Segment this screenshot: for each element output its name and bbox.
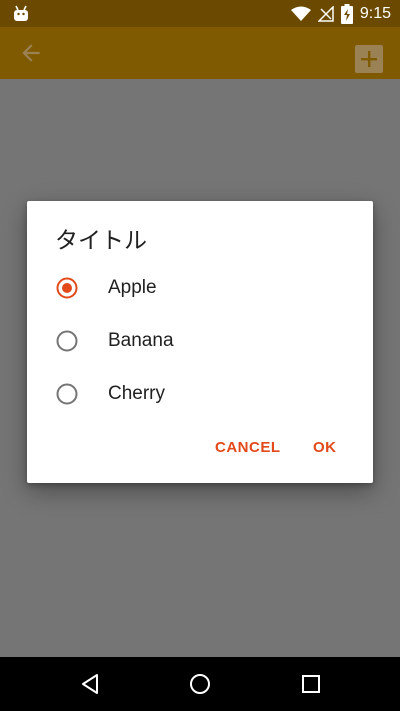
arrow-back-icon[interactable] [18,40,44,66]
navigation-bar [0,657,400,711]
ok-button[interactable]: OK [313,439,337,456]
status-bar: 9:15 [0,0,400,27]
radio-unselected-icon[interactable] [56,383,78,405]
add-button[interactable] [355,45,383,73]
radio-selected-icon[interactable] [56,277,78,299]
wifi-icon [290,6,311,21]
option-label: Apple [108,277,157,298]
radio-unselected-icon[interactable] [56,330,78,352]
android-icon [14,5,28,21]
plus-icon [361,51,377,67]
app-bar [0,27,400,79]
option-label: Banana [108,330,174,351]
battery-charging-icon [340,4,353,24]
dialog-title: タイトル [55,228,147,254]
nav-back-icon[interactable] [79,673,101,695]
option-banana[interactable]: Banana [27,318,373,368]
cancel-button[interactable]: CANCEL [215,439,281,456]
option-label: Cherry [108,383,166,404]
single-choice-dialog: タイトル Apple Banana Cherry CANCEL OK [27,201,373,483]
option-cherry[interactable]: Cherry [27,371,373,421]
clock-time: 9:15 [359,5,391,22]
no-signal-icon [317,6,334,22]
nav-recents-icon[interactable] [300,673,322,695]
nav-home-icon[interactable] [189,673,211,695]
status-icons: 9:15 [290,3,391,25]
dialog-actions: CANCEL OK [27,439,373,465]
option-apple[interactable]: Apple [27,265,373,315]
